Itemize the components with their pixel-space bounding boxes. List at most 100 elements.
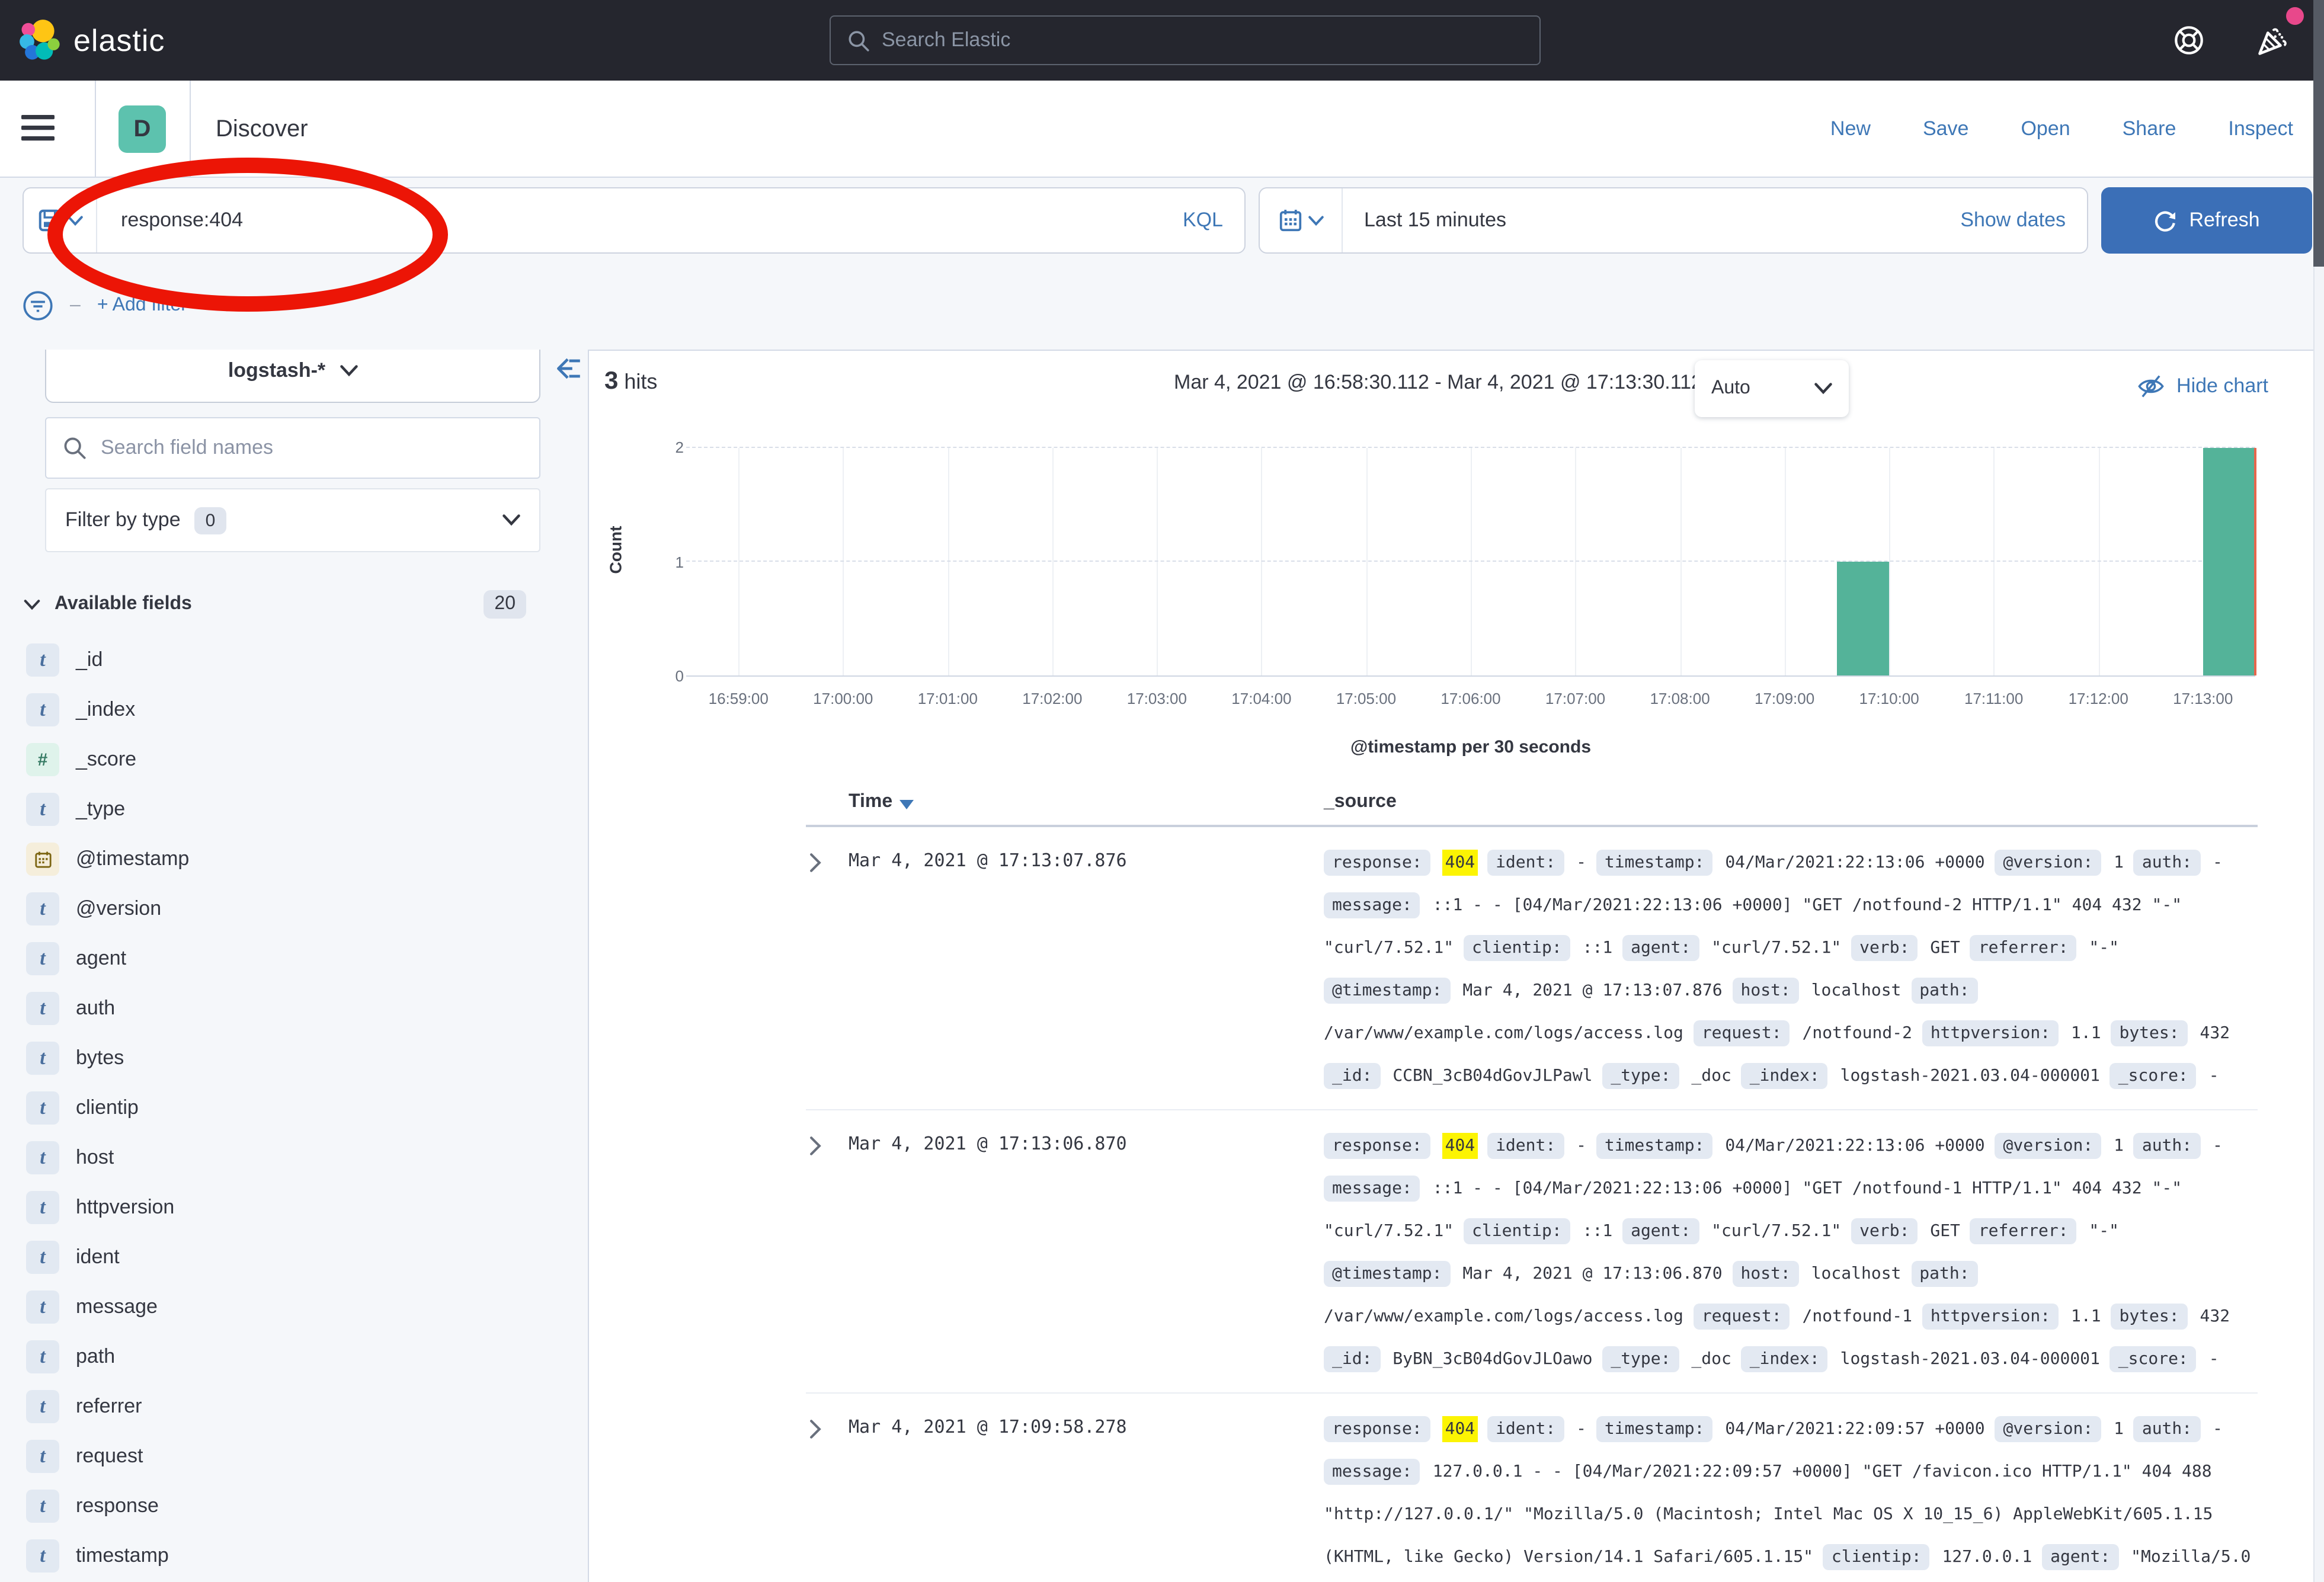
x-tick-label: 17:03:00: [1127, 690, 1187, 707]
hide-chart-button[interactable]: Hide chart: [2136, 372, 2268, 401]
histogram-bar-17:09:30[interactable]: [1837, 562, 1889, 675]
field-item-auth[interactable]: tauth: [0, 984, 589, 1033]
newsfeed-icon[interactable]: [2255, 23, 2291, 58]
histogram-plot[interactable]: [686, 448, 2255, 677]
global-search-input[interactable]: Search Elastic: [830, 15, 1541, 65]
field-item-_index[interactable]: t_index: [0, 685, 589, 735]
elastic-logo[interactable]: elastic: [0, 19, 165, 62]
gridline: [738, 448, 740, 675]
field-item-bytes[interactable]: tbytes: [0, 1033, 589, 1083]
gridline: [1052, 448, 1054, 675]
refresh-icon: [2153, 209, 2177, 232]
chevron-down-icon: [340, 365, 357, 377]
discover-app-badge[interactable]: D: [119, 105, 166, 153]
search-icon: [63, 436, 87, 460]
show-dates-button[interactable]: Show dates: [1960, 209, 2087, 232]
field-item-message[interactable]: tmessage: [0, 1282, 589, 1332]
query-input[interactable]: response:404: [97, 209, 1183, 232]
scrollbar-thumb[interactable]: [2313, 0, 2324, 267]
field-item-_score[interactable]: #_score: [0, 735, 589, 784]
refresh-button[interactable]: Refresh: [2101, 187, 2312, 254]
action-share[interactable]: Share: [2123, 117, 2176, 141]
field-item-clientip[interactable]: tclientip: [0, 1083, 589, 1133]
menu-icon[interactable]: [21, 115, 55, 141]
string-type-icon: t: [26, 1390, 59, 1423]
gridline: [1889, 448, 1890, 675]
field-list: t_idt_index#_scoret_type@timestampt@vers…: [0, 635, 589, 1581]
table-header: Time _source: [806, 792, 2258, 827]
column-header-time[interactable]: Time: [849, 792, 1324, 813]
table-row: Mar 4, 2021 @ 17:13:07.876response: 404 …: [806, 827, 2258, 1110]
page-title: Discover: [216, 81, 308, 178]
string-type-icon: t: [26, 1340, 59, 1373]
collapse-sidebar-icon[interactable]: [552, 353, 583, 384]
field-item-httpversion[interactable]: thttpversion: [0, 1183, 589, 1232]
x-axis-labels: 16:59:0017:00:0017:01:0017:02:0017:03:00…: [686, 690, 2255, 713]
gridline: [1994, 448, 1995, 675]
action-new[interactable]: New: [1830, 117, 1871, 141]
row-time: Mar 4, 2021 @ 17:09:58.278: [849, 1408, 1324, 1582]
x-tick-label: 16:59:00: [709, 690, 769, 707]
interval-select[interactable]: Auto: [1695, 360, 1849, 417]
chevron-down-icon: [67, 215, 82, 226]
header-actions: New Save Open Share Inspect: [1830, 81, 2293, 178]
x-tick-label: 17:01:00: [918, 690, 978, 707]
date-picker: Last 15 minutes Show dates: [1259, 187, 2088, 254]
field-item-agent[interactable]: tagent: [0, 934, 589, 984]
query-bar: response:404 KQL: [23, 187, 1246, 254]
x-tick-label: 17:09:00: [1755, 690, 1814, 707]
divider: [190, 81, 191, 178]
expand-row-icon[interactable]: [806, 841, 849, 1097]
field-item-_id[interactable]: t_id: [0, 635, 589, 685]
field-item-ident[interactable]: tident: [0, 1232, 589, 1282]
field-item-timestamp[interactable]: ttimestamp: [0, 1531, 589, 1581]
query-language-button[interactable]: KQL: [1183, 209, 1244, 232]
notification-badge: [2286, 7, 2304, 25]
action-save[interactable]: Save: [1923, 117, 1969, 141]
gridline: [2098, 448, 2099, 675]
help-icon[interactable]: [2172, 24, 2205, 57]
field-item-@version[interactable]: t@version: [0, 884, 589, 934]
gridline: [686, 447, 2255, 448]
saved-query-menu-button[interactable]: [24, 188, 97, 252]
column-header-source[interactable]: _source: [1324, 792, 2258, 813]
action-inspect[interactable]: Inspect: [2228, 117, 2293, 141]
date-quick-select-button[interactable]: [1260, 188, 1343, 252]
scrollbar-track[interactable]: [2313, 178, 2324, 1582]
string-type-icon: t: [26, 1091, 59, 1125]
field-item-@timestamp[interactable]: @timestamp: [0, 834, 589, 884]
string-type-icon: t: [26, 942, 59, 975]
gridline: [1366, 448, 1367, 675]
expand-row-icon[interactable]: [806, 1408, 849, 1582]
chart-time-range: Mar 4, 2021 @ 16:58:30.112 - Mar 4, 2021…: [830, 371, 2047, 395]
string-type-icon: t: [26, 793, 59, 826]
field-item-path[interactable]: tpath: [0, 1332, 589, 1382]
gridline: [1157, 448, 1158, 675]
table-row: Mar 4, 2021 @ 17:13:06.870response: 404 …: [806, 1110, 2258, 1394]
search-icon: [847, 29, 870, 52]
field-search-input[interactable]: Search field names: [45, 417, 540, 479]
available-fields-toggle[interactable]: Available fields 20: [24, 590, 564, 619]
gridline: [843, 448, 844, 675]
field-item-referrer[interactable]: treferrer: [0, 1382, 589, 1432]
field-item-request[interactable]: trequest: [0, 1432, 589, 1481]
string-type-icon: t: [26, 1141, 59, 1174]
action-open[interactable]: Open: [2021, 117, 2070, 141]
saved-query-icon: [37, 209, 61, 232]
string-type-icon: t: [26, 693, 59, 726]
field-item-_type[interactable]: t_type: [0, 784, 589, 834]
x-tick-label: 17:02:00: [1022, 690, 1082, 707]
filter-by-type-select[interactable]: Filter by type 0: [45, 488, 540, 552]
time-range-value[interactable]: Last 15 minutes: [1343, 209, 1960, 232]
field-item-response[interactable]: tresponse: [0, 1481, 589, 1531]
add-filter-button[interactable]: + Add filter: [97, 295, 187, 316]
x-tick-label: 17:12:00: [2069, 690, 2128, 707]
calendar-icon: [1278, 209, 1302, 232]
filter-icon[interactable]: [23, 290, 53, 321]
filter-dash: –: [70, 295, 81, 316]
x-axis-title: @timestamp per 30 seconds: [686, 737, 2255, 757]
field-item-host[interactable]: thost: [0, 1133, 589, 1183]
expand-row-icon[interactable]: [806, 1125, 849, 1381]
histogram-bar-17:13:00[interactable]: [2203, 448, 2255, 675]
gridline: [947, 448, 949, 675]
